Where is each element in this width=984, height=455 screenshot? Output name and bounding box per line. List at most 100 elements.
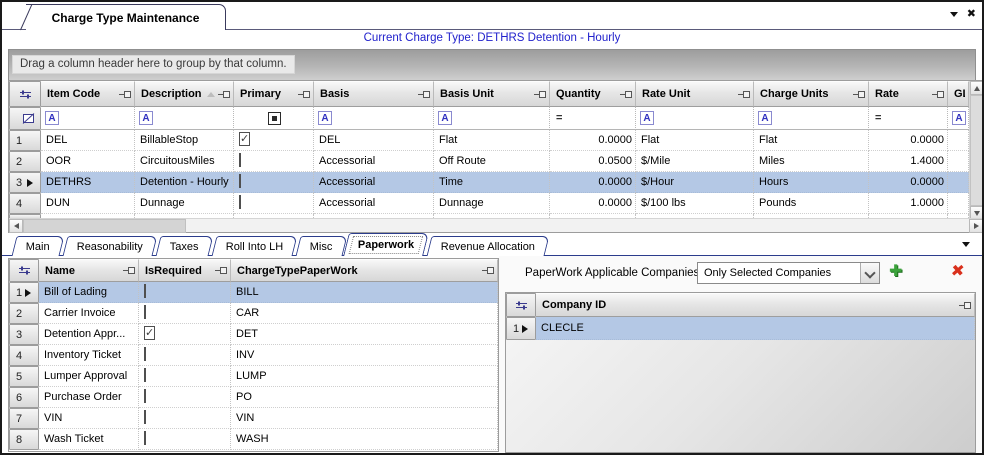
column-header-name[interactable]: Name	[39, 259, 139, 282]
checkbox-checked[interactable]: ✓	[239, 132, 250, 146]
table-row-selected[interactable]: 1 Bill of Lading BILL	[9, 282, 498, 303]
tab-taxes[interactable]: Taxes	[155, 236, 213, 256]
table-row[interactable]: 7 VIN VIN	[9, 408, 498, 429]
cell-code[interactable]: DET	[231, 324, 498, 345]
cell-isrequired[interactable]	[139, 387, 231, 408]
tab-main[interactable]: Main	[12, 236, 65, 256]
cell-isrequired[interactable]	[139, 303, 231, 324]
checkbox-unchecked[interactable]	[239, 153, 241, 167]
tab-misc[interactable]: Misc	[296, 236, 348, 256]
vertical-scrollbar[interactable]	[969, 81, 983, 220]
pin-icon[interactable]	[298, 90, 310, 99]
filter-basis[interactable]: A	[314, 107, 434, 130]
cell-code[interactable]: VIN	[231, 408, 498, 429]
text-filter-icon[interactable]: A	[640, 111, 654, 125]
cell-basis-unit[interactable]: Time	[434, 172, 550, 193]
table-row[interactable]: 4 Inventory Ticket INV	[9, 345, 498, 366]
cell-code[interactable]: LUMP	[231, 366, 498, 387]
cell-isrequired[interactable]	[139, 429, 231, 450]
cell-item-code[interactable]: DUN	[41, 193, 135, 214]
table-row[interactable]: 8 Wash Ticket WASH	[9, 429, 498, 450]
cell-quantity[interactable]: 0.0000	[550, 130, 636, 151]
cell-rate[interactable]: 0.0000	[869, 172, 948, 193]
cell-name[interactable]: Bill of Lading	[39, 282, 139, 303]
row-header[interactable]: 2	[9, 303, 39, 324]
cell-name[interactable]: Lumper Approval	[39, 366, 139, 387]
pin-icon[interactable]	[534, 90, 546, 99]
checkbox-unchecked[interactable]	[239, 195, 241, 209]
cell-primary[interactable]: ✓	[234, 130, 314, 151]
window-dropdown-icon[interactable]	[947, 7, 961, 21]
cell-isrequired[interactable]	[139, 345, 231, 366]
cell-code[interactable]: WASH	[231, 429, 498, 450]
checkbox-unchecked[interactable]	[239, 174, 241, 188]
row-header[interactable]: 6	[9, 387, 39, 408]
grid-customize-button[interactable]	[9, 259, 39, 282]
cell-basis[interactable]: DEL	[314, 130, 434, 151]
cell-basis[interactable]: Accessorial	[314, 193, 434, 214]
delete-company-button[interactable]: ✖	[950, 261, 966, 281]
equals-filter-icon[interactable]: =	[875, 112, 881, 124]
cell-primary[interactable]	[234, 172, 314, 193]
cell-name[interactable]: Inventory Ticket	[39, 345, 139, 366]
cell-charge-units[interactable]: Hours	[754, 172, 869, 193]
table-row[interactable]: 5 Lumper Approval LUMP	[9, 366, 498, 387]
table-row[interactable]: 2 OOR CircuitousMiles Accessorial Off Ro…	[9, 151, 969, 172]
cell-item-code[interactable]: OOR	[41, 151, 135, 172]
cell-basis[interactable]: Accessorial	[314, 172, 434, 193]
scroll-left-icon[interactable]	[9, 219, 23, 233]
cell-rate-unit[interactable]: $/Mile	[636, 151, 754, 172]
column-header-basis-unit[interactable]: Basis Unit	[434, 81, 550, 107]
column-header-chargetypepaperwork[interactable]: ChargeTypePaperWork	[231, 259, 498, 282]
table-row[interactable]: 3 Detention Appr... ✓ DET	[9, 324, 498, 345]
pin-icon[interactable]	[215, 266, 227, 275]
row-header[interactable]: 3	[9, 324, 39, 345]
cell-primary[interactable]	[234, 151, 314, 172]
filter-rate[interactable]: =	[869, 107, 948, 130]
table-row-selected[interactable]: 3 DETHRS Detention - Hourly Accessorial …	[9, 172, 969, 193]
column-header-gl[interactable]: GL	[948, 81, 969, 107]
equals-filter-icon[interactable]: =	[556, 112, 562, 124]
cell-gl[interactable]	[948, 193, 969, 214]
row-header[interactable]: 4	[9, 345, 39, 366]
cell-gl[interactable]	[948, 151, 969, 172]
cell-isrequired[interactable]	[139, 366, 231, 387]
cell-name[interactable]: VIN	[39, 408, 139, 429]
scroll-right-icon[interactable]	[969, 219, 983, 233]
checkbox-unchecked[interactable]	[144, 284, 146, 298]
cell-isrequired[interactable]: ✓	[139, 324, 231, 345]
checkbox-unchecked[interactable]	[144, 389, 146, 403]
cell-description[interactable]: BillableStop	[135, 130, 234, 151]
pin-icon[interactable]	[853, 90, 865, 99]
cell-basis-unit[interactable]: Dunnage	[434, 193, 550, 214]
pin-icon[interactable]	[218, 90, 230, 99]
cell-charge-units[interactable]: Miles	[754, 151, 869, 172]
column-header-basis[interactable]: Basis	[314, 81, 434, 107]
cell-item-code[interactable]: DETHRS	[41, 172, 135, 193]
filter-quantity[interactable]: =	[550, 107, 636, 130]
filter-description[interactable]: A	[135, 107, 234, 130]
tab-reasonability[interactable]: Reasonability	[62, 236, 157, 256]
chevron-down-icon[interactable]	[860, 263, 879, 283]
row-header-focused[interactable]: 1	[506, 317, 536, 340]
text-filter-icon[interactable]: A	[438, 111, 452, 125]
column-header-rate-unit[interactable]: Rate Unit	[636, 81, 754, 107]
checkbox-checked[interactable]: ✓	[144, 326, 155, 340]
cell-basis[interactable]: Accessorial	[314, 151, 434, 172]
cell-code[interactable]: CAR	[231, 303, 498, 324]
cell-name[interactable]: Wash Ticket	[39, 429, 139, 450]
tab-revenue-allocation[interactable]: Revenue Allocation	[426, 236, 549, 256]
cell-quantity[interactable]: 0.0000	[550, 172, 636, 193]
horizontal-scroll-thumb[interactable]	[23, 219, 186, 233]
pin-icon[interactable]	[738, 90, 750, 99]
cell-rate[interactable]: 1.4000	[869, 151, 948, 172]
filter-primary[interactable]	[234, 107, 314, 130]
row-header[interactable]: 2	[9, 151, 41, 172]
cell-rate-unit[interactable]: Flat	[636, 130, 754, 151]
column-header-company-id[interactable]: Company ID	[536, 293, 975, 317]
filter-charge-units[interactable]: A	[754, 107, 869, 130]
cell-code[interactable]: INV	[231, 345, 498, 366]
cell-item-code[interactable]: DEL	[41, 130, 135, 151]
checkbox-unchecked[interactable]	[144, 305, 146, 319]
table-row[interactable]: 4 DUN Dunnage Accessorial Dunnage 0.0000…	[9, 193, 969, 214]
